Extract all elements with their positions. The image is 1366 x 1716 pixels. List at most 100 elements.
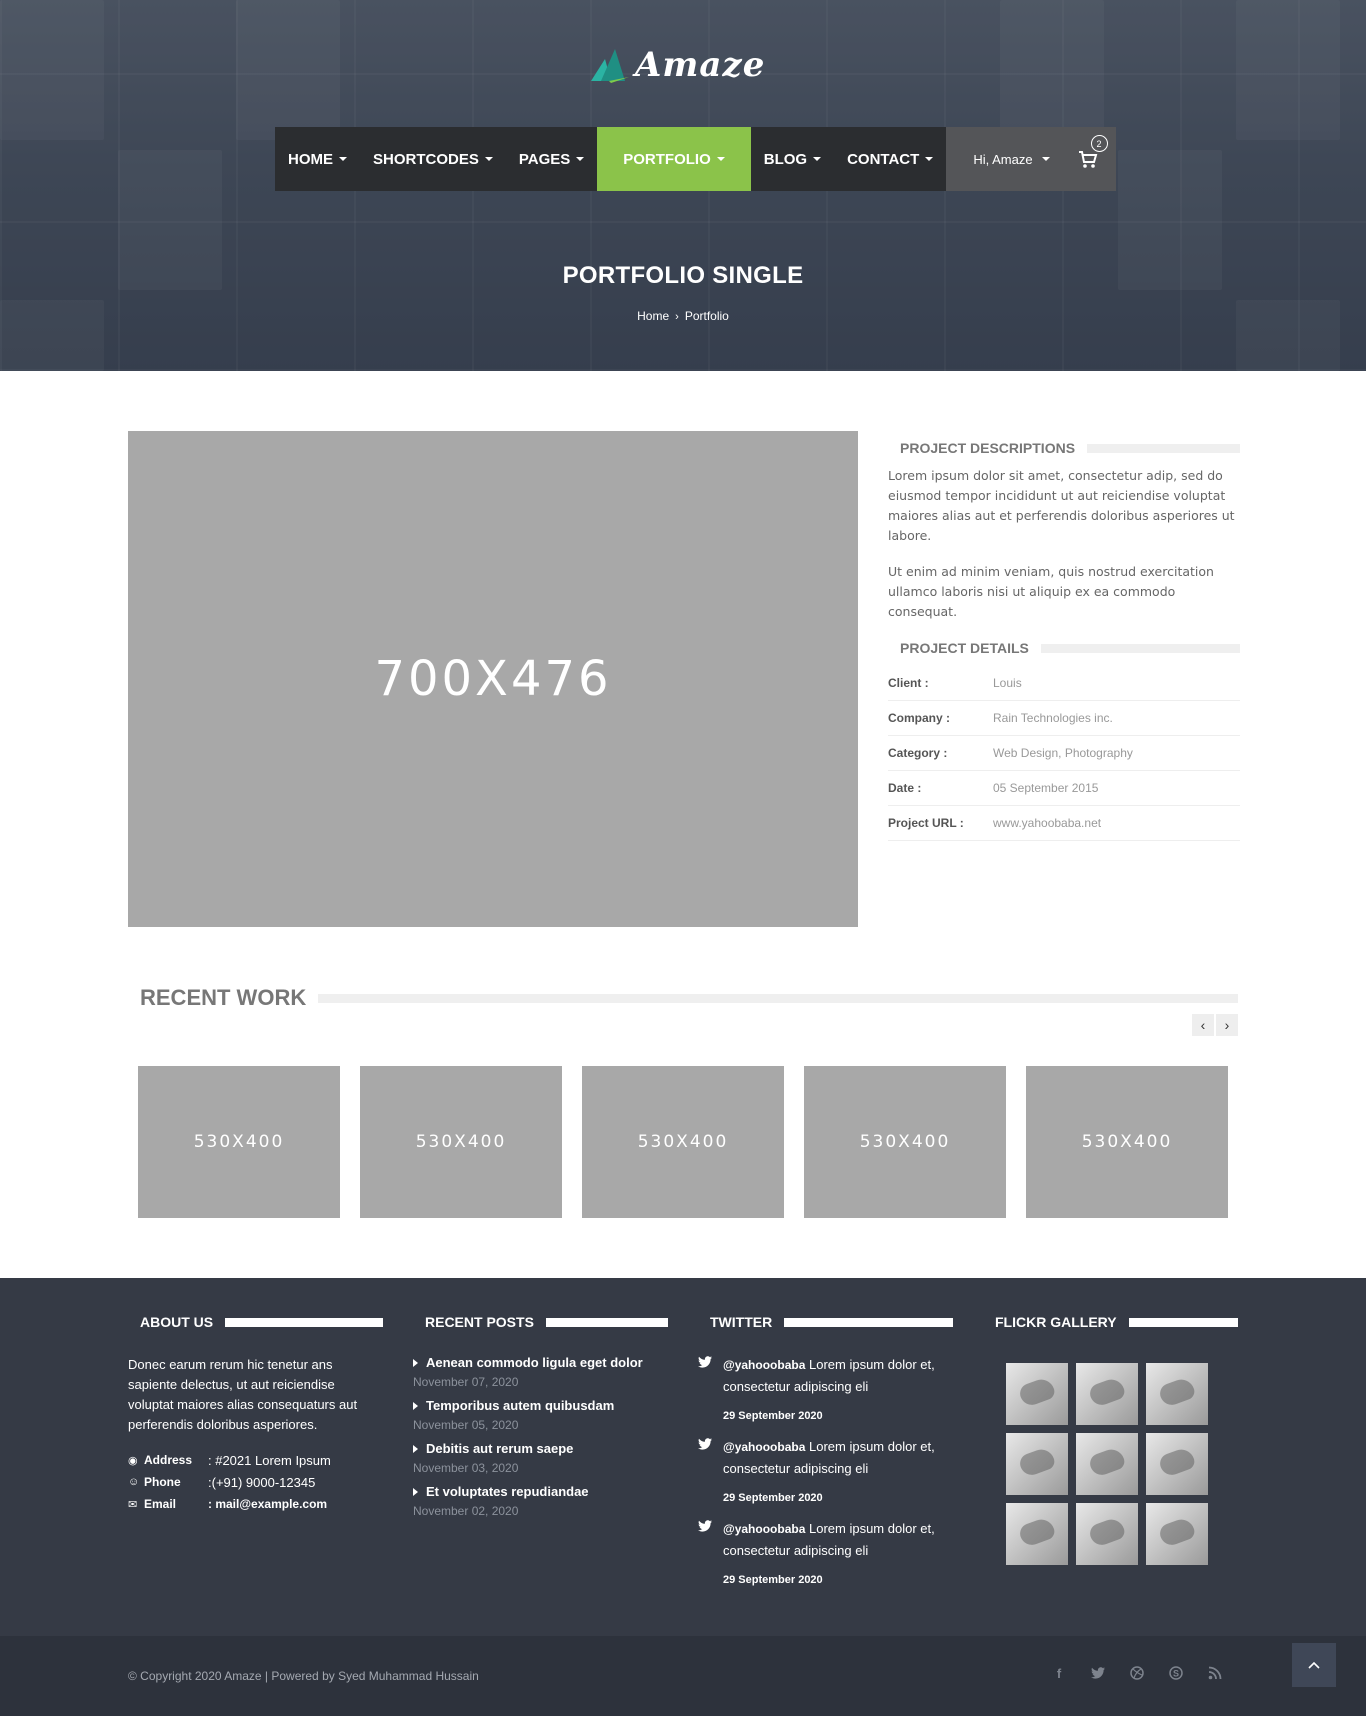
detail-row-company: Company : Rain Technologies inc.: [888, 701, 1240, 736]
nav-item-label: PAGES: [518, 150, 571, 168]
detail-key: Date :: [888, 781, 922, 795]
recent-post-link[interactable]: Et voluptates repudiandae: [413, 1484, 673, 1499]
heading-divider: [1087, 443, 1240, 453]
recent-post-link[interactable]: Temporibus autem quibusdam: [413, 1398, 673, 1413]
nav-item-label: SHORTCODES: [373, 150, 479, 168]
nav-item-blog[interactable]: BLOG: [751, 127, 834, 191]
recent-work-item[interactable]: 530X400: [360, 1066, 562, 1218]
email-link[interactable]: : mail@example.com: [208, 1497, 327, 1511]
flickr-thumbnail[interactable]: [1146, 1433, 1208, 1495]
contact-address: ◉ Address : #2021 Lorem Ipsum: [128, 1449, 331, 1471]
flickr-thumbnail[interactable]: [1006, 1503, 1068, 1565]
carousel-next-button[interactable]: ›: [1216, 1014, 1238, 1036]
back-to-top-button[interactable]: [1292, 1643, 1336, 1687]
cart-count-badge: 2: [1090, 135, 1108, 152]
footer-section-title: RECENT POSTS: [425, 1314, 534, 1330]
recent-post-item: Aenean commodo ligula eget dolor Novembe…: [413, 1355, 673, 1389]
detail-row-date: Date : 05 September 2015: [888, 771, 1240, 806]
nav-item-shortcodes[interactable]: SHORTCODES: [360, 127, 506, 191]
skype-icon[interactable]: S: [1167, 1664, 1185, 1682]
breadcrumb-current: Portfolio: [684, 309, 729, 323]
breadcrumb-home-link[interactable]: Home: [637, 309, 669, 323]
cart-button[interactable]: 2: [1078, 135, 1108, 169]
footer-recent-posts-heading: RECENT POSTS: [413, 1314, 668, 1330]
detail-key: Client :: [888, 676, 929, 690]
flickr-thumbnail[interactable]: [1076, 1503, 1138, 1565]
contact-phone: ☺ Phone :(+91) 9000-12345: [128, 1471, 331, 1493]
nav-item-label: PORTFOLIO: [623, 150, 711, 168]
recent-work-heading: RECENT WORK: [128, 985, 1238, 1011]
tweet-handle[interactable]: @yahooobaba: [723, 1358, 805, 1372]
flickr-thumbnail[interactable]: [1076, 1433, 1138, 1495]
recent-post-link[interactable]: Aenean commodo ligula eget dolor: [413, 1355, 673, 1370]
flickr-thumbnail[interactable]: [1146, 1503, 1208, 1565]
recent-post-date: November 02, 2020: [413, 1504, 519, 1518]
project-details-heading: PROJECT DETAILS: [888, 640, 1240, 656]
footer-about-heading: ABOUT US: [128, 1314, 383, 1330]
contact-label: Email: [144, 1497, 177, 1511]
carousel-controls: ‹ ›: [1192, 1014, 1238, 1036]
footer-section-title: TWITTER: [710, 1314, 773, 1330]
footer-section-title: ABOUT US: [140, 1314, 214, 1330]
user-greeting[interactable]: Hi, Amaze: [973, 152, 1032, 167]
heading-divider: [1040, 643, 1240, 653]
caret-down-icon: [925, 157, 934, 161]
recent-post-date: November 07, 2020: [413, 1375, 519, 1389]
about-text: Donec earum rerum hic tenetur ans sapien…: [128, 1357, 358, 1432]
detail-value: Rain Technologies inc.: [993, 711, 1113, 725]
nav-item-contact[interactable]: CONTACT: [834, 127, 946, 191]
hero-banner: Amaze HOME SHORTCODES PAGES PORTFOLIO BL…: [0, 0, 1366, 371]
tweet-text: @yahooobaba Lorem ipsum dolor et, consec…: [723, 1518, 958, 1561]
carousel-prev-button[interactable]: ‹: [1192, 1014, 1214, 1036]
detail-key: Company :: [888, 711, 951, 725]
footer-twitter-heading: TWITTER: [698, 1314, 953, 1330]
heading-divider: [545, 1317, 668, 1327]
project-url-link[interactable]: www.yahoobaba.net: [993, 816, 1101, 830]
project-details-table: Client : Louis Company : Rain Technologies…: [888, 666, 1240, 841]
tweet-handle[interactable]: @yahooobaba: [723, 1440, 805, 1454]
recent-post-date: November 03, 2020: [413, 1461, 519, 1475]
recent-post-date: November 05, 2020: [413, 1418, 519, 1432]
section-title: PROJECT DESCRIPTIONS: [900, 440, 1076, 456]
caret-down-icon: [716, 157, 725, 161]
chevron-up-icon: [1308, 1661, 1320, 1669]
tweet-date: 29 September 2020: [723, 1574, 823, 1586]
twitter-icon[interactable]: [1089, 1664, 1107, 1682]
recent-post-link[interactable]: Debitis aut rerum saepe: [413, 1441, 673, 1456]
facebook-icon[interactable]: f: [1050, 1664, 1068, 1682]
envelope-icon: ✉: [128, 1498, 138, 1511]
recent-work-item[interactable]: 530X400: [1026, 1066, 1228, 1218]
contact-email: ✉ Email : mail@example.com: [128, 1493, 331, 1515]
tweet-date: 29 September 2020: [723, 1492, 823, 1504]
contact-label: Phone: [144, 1475, 181, 1489]
flickr-thumbnail[interactable]: [1146, 1363, 1208, 1425]
project-description-paragraph: Lorem ipsum dolor sit amet, consectetur …: [888, 468, 1235, 543]
heading-divider: [318, 993, 1238, 1003]
nav-item-portfolio[interactable]: PORTFOLIO: [597, 127, 751, 191]
tweet-item: @yahooobaba Lorem ipsum dolor et, consec…: [698, 1436, 958, 1504]
page-title: PORTFOLIO SINGLE: [562, 262, 804, 289]
flickr-thumbnail[interactable]: [1006, 1363, 1068, 1425]
caret-down-icon: [813, 157, 822, 161]
heading-divider: [784, 1317, 953, 1327]
recent-posts-list: Aenean commodo ligula eget dolor Novembe…: [413, 1355, 673, 1527]
twitter-bird-icon: [698, 1356, 712, 1368]
detail-value: 05 September 2015: [993, 781, 1099, 795]
flickr-thumbnail[interactable]: [1076, 1363, 1138, 1425]
nav-item-pages[interactable]: PAGES: [506, 127, 597, 191]
rss-icon[interactable]: [1206, 1664, 1224, 1682]
tweet-handle[interactable]: @yahooobaba: [723, 1522, 805, 1536]
detail-key: Project URL :: [888, 816, 964, 830]
copyright-text: © Copyright 2020 Amaze | Powered by Syed…: [128, 1669, 479, 1683]
twitter-feed: @yahooobaba Lorem ipsum dolor et, consec…: [698, 1354, 958, 1600]
tweet-text: @yahooobaba Lorem ipsum dolor et, consec…: [723, 1436, 958, 1479]
nav-item-home[interactable]: HOME: [275, 127, 360, 191]
detail-value: Web Design, Photography: [993, 746, 1133, 760]
recent-work-item[interactable]: 530X400: [138, 1066, 340, 1218]
flickr-thumbnail[interactable]: [1006, 1433, 1068, 1495]
section-title: RECENT WORK: [140, 985, 307, 1010]
recent-work-item[interactable]: 530X400: [804, 1066, 1006, 1218]
recent-work-item[interactable]: 530X400: [582, 1066, 784, 1218]
site-logo[interactable]: Amaze: [589, 44, 779, 86]
dribbble-icon[interactable]: [1128, 1664, 1146, 1682]
